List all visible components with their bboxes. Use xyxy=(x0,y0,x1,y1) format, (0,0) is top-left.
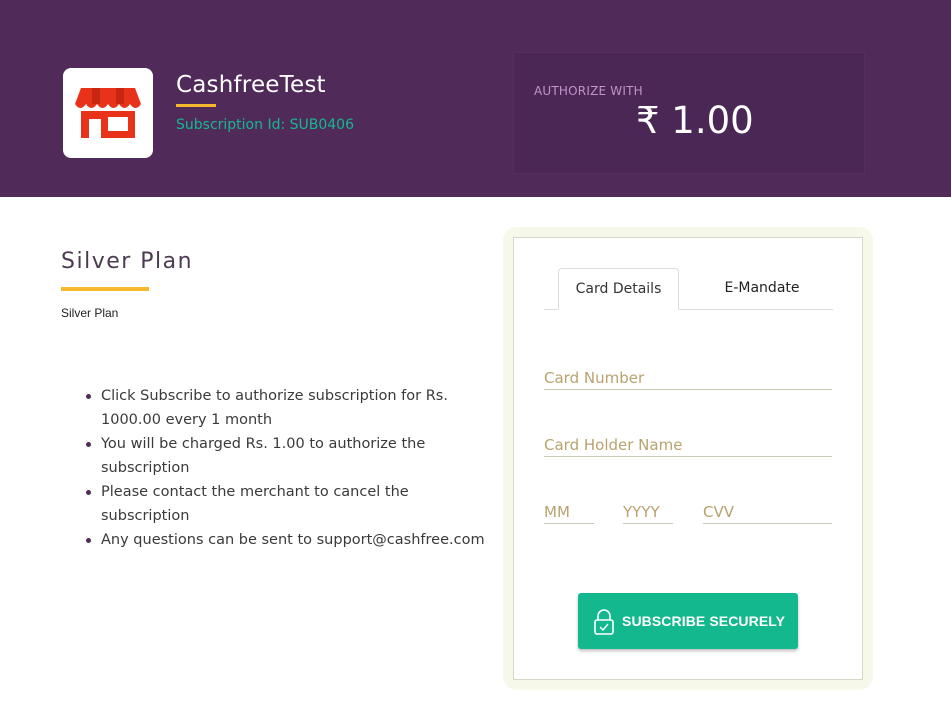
merchant-name: CashfreeTest xyxy=(176,72,326,98)
card-holder-name-input[interactable] xyxy=(544,433,832,457)
tab-card-details[interactable]: Card Details xyxy=(558,268,679,310)
list-item: Any questions can be sent to support@cas… xyxy=(86,528,501,552)
plan-info-list: Click Subscribe to authorize subscriptio… xyxy=(86,384,501,552)
plan-title: Silver Plan xyxy=(61,249,194,274)
store-icon xyxy=(75,88,141,138)
cvv-input[interactable] xyxy=(703,500,832,524)
plan-description: Silver Plan xyxy=(61,306,119,320)
subscription-id: Subscription Id: SUB0406 xyxy=(176,117,354,133)
expiry-year-input[interactable] xyxy=(623,500,673,524)
merchant-name-underline xyxy=(176,104,216,107)
authorize-amount: ₹ 1.00 xyxy=(636,99,754,142)
authorize-label: AUTHORIZE WITH xyxy=(534,84,643,98)
card-number-input[interactable] xyxy=(544,366,832,390)
merchant-logo xyxy=(63,68,153,158)
lock-icon xyxy=(594,609,614,635)
subscribe-button[interactable]: SUBSCRIBE SECURELY xyxy=(578,593,798,649)
amount-panel: AUTHORIZE WITH ₹ 1.00 xyxy=(513,52,865,174)
list-item: Click Subscribe to authorize subscriptio… xyxy=(86,384,501,432)
tab-e-mandate[interactable]: E-Mandate xyxy=(694,268,830,309)
plan-title-underline xyxy=(61,287,149,291)
payment-card: Card Details E-Mandate SUBSCRIBE SECUREL… xyxy=(513,237,863,680)
header: CashfreeTest Subscription Id: SUB0406 AU… xyxy=(0,0,951,197)
subscribe-button-label: SUBSCRIBE SECURELY xyxy=(622,613,786,629)
expiry-month-input[interactable] xyxy=(544,500,594,524)
list-item: Please contact the merchant to cancel th… xyxy=(86,480,501,528)
list-item: You will be charged Rs. 1.00 to authoriz… xyxy=(86,432,501,480)
